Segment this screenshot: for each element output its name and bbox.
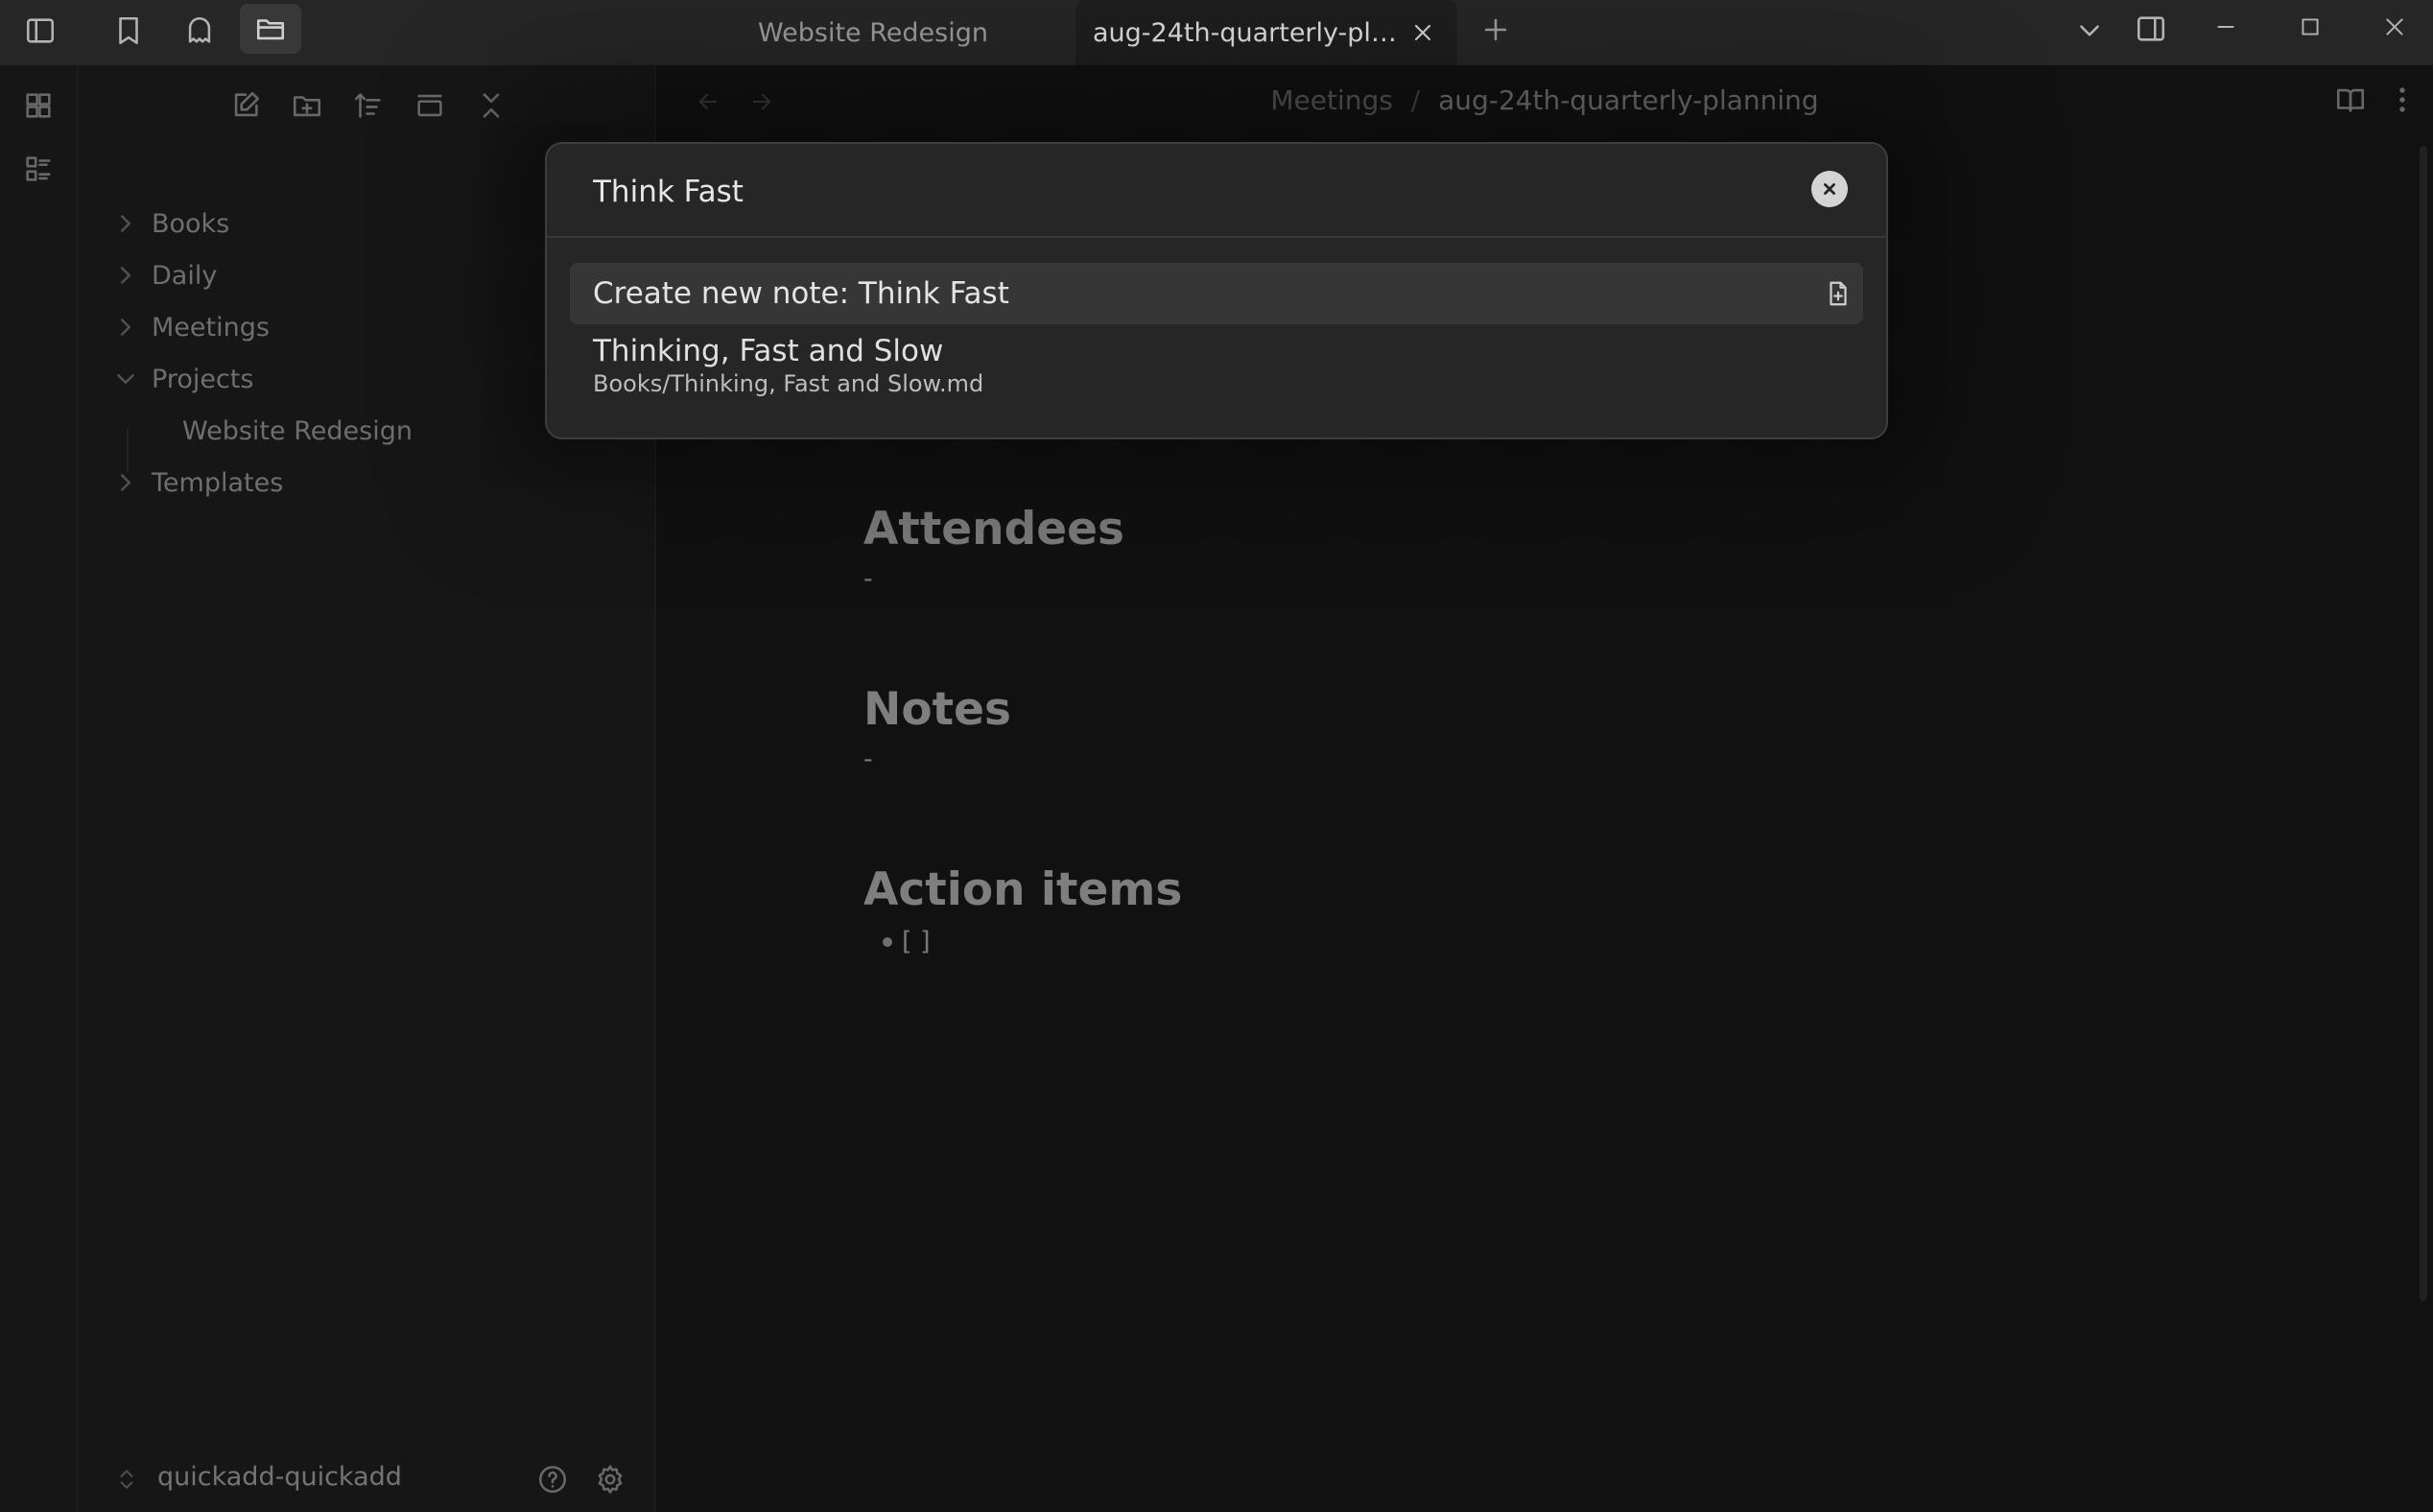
title-bar: Website Redesign aug-24th-quarterly-plan… [0, 0, 2433, 65]
search-input[interactable] [593, 167, 1744, 217]
suggestion-title: Create new note: Think Fast [593, 276, 1009, 311]
tab-website-redesign[interactable]: Website Redesign [672, 0, 1075, 65]
quick-switcher-modal: Create new note: Think Fast Thinking, Fa… [545, 142, 1888, 439]
sidebar-toggle-icon[interactable] [19, 10, 61, 52]
right-sidebar-toggle-icon[interactable] [2130, 8, 2172, 50]
suggestion-path: Books/Thinking, Fast and Slow.md [593, 370, 984, 397]
ghost-icon[interactable] [178, 10, 221, 52]
suggestion-create-note[interactable]: Create new note: Think Fast [570, 263, 1863, 324]
maximize-icon[interactable] [2289, 6, 2331, 48]
clear-search-button[interactable] [1811, 171, 1848, 207]
minimize-icon[interactable] [2205, 6, 2247, 48]
new-tab-icon[interactable] [1476, 10, 1516, 50]
suggestion-title: Thinking, Fast and Slow [593, 334, 944, 368]
file-explorer-icon[interactable] [240, 4, 301, 54]
file-plus-icon [1821, 276, 1855, 311]
tab-list-chevron-down-icon[interactable] [2068, 10, 2111, 52]
window-close-icon[interactable] [2374, 6, 2416, 48]
close-icon [1824, 183, 1835, 195]
suggestion-thinking-fast-and-slow[interactable]: Thinking, Fast and Slow Books/Thinking, … [570, 332, 1863, 409]
divider [547, 236, 1886, 238]
bookmark-icon[interactable] [107, 10, 150, 52]
close-tab-icon[interactable] [1405, 15, 1440, 50]
tab-label: Website Redesign [758, 17, 988, 48]
tab-label: aug-24th-quarterly-planning [1093, 17, 1398, 48]
tab-aug-24th-quarterly-planning[interactable]: aug-24th-quarterly-planning [1075, 0, 1457, 65]
